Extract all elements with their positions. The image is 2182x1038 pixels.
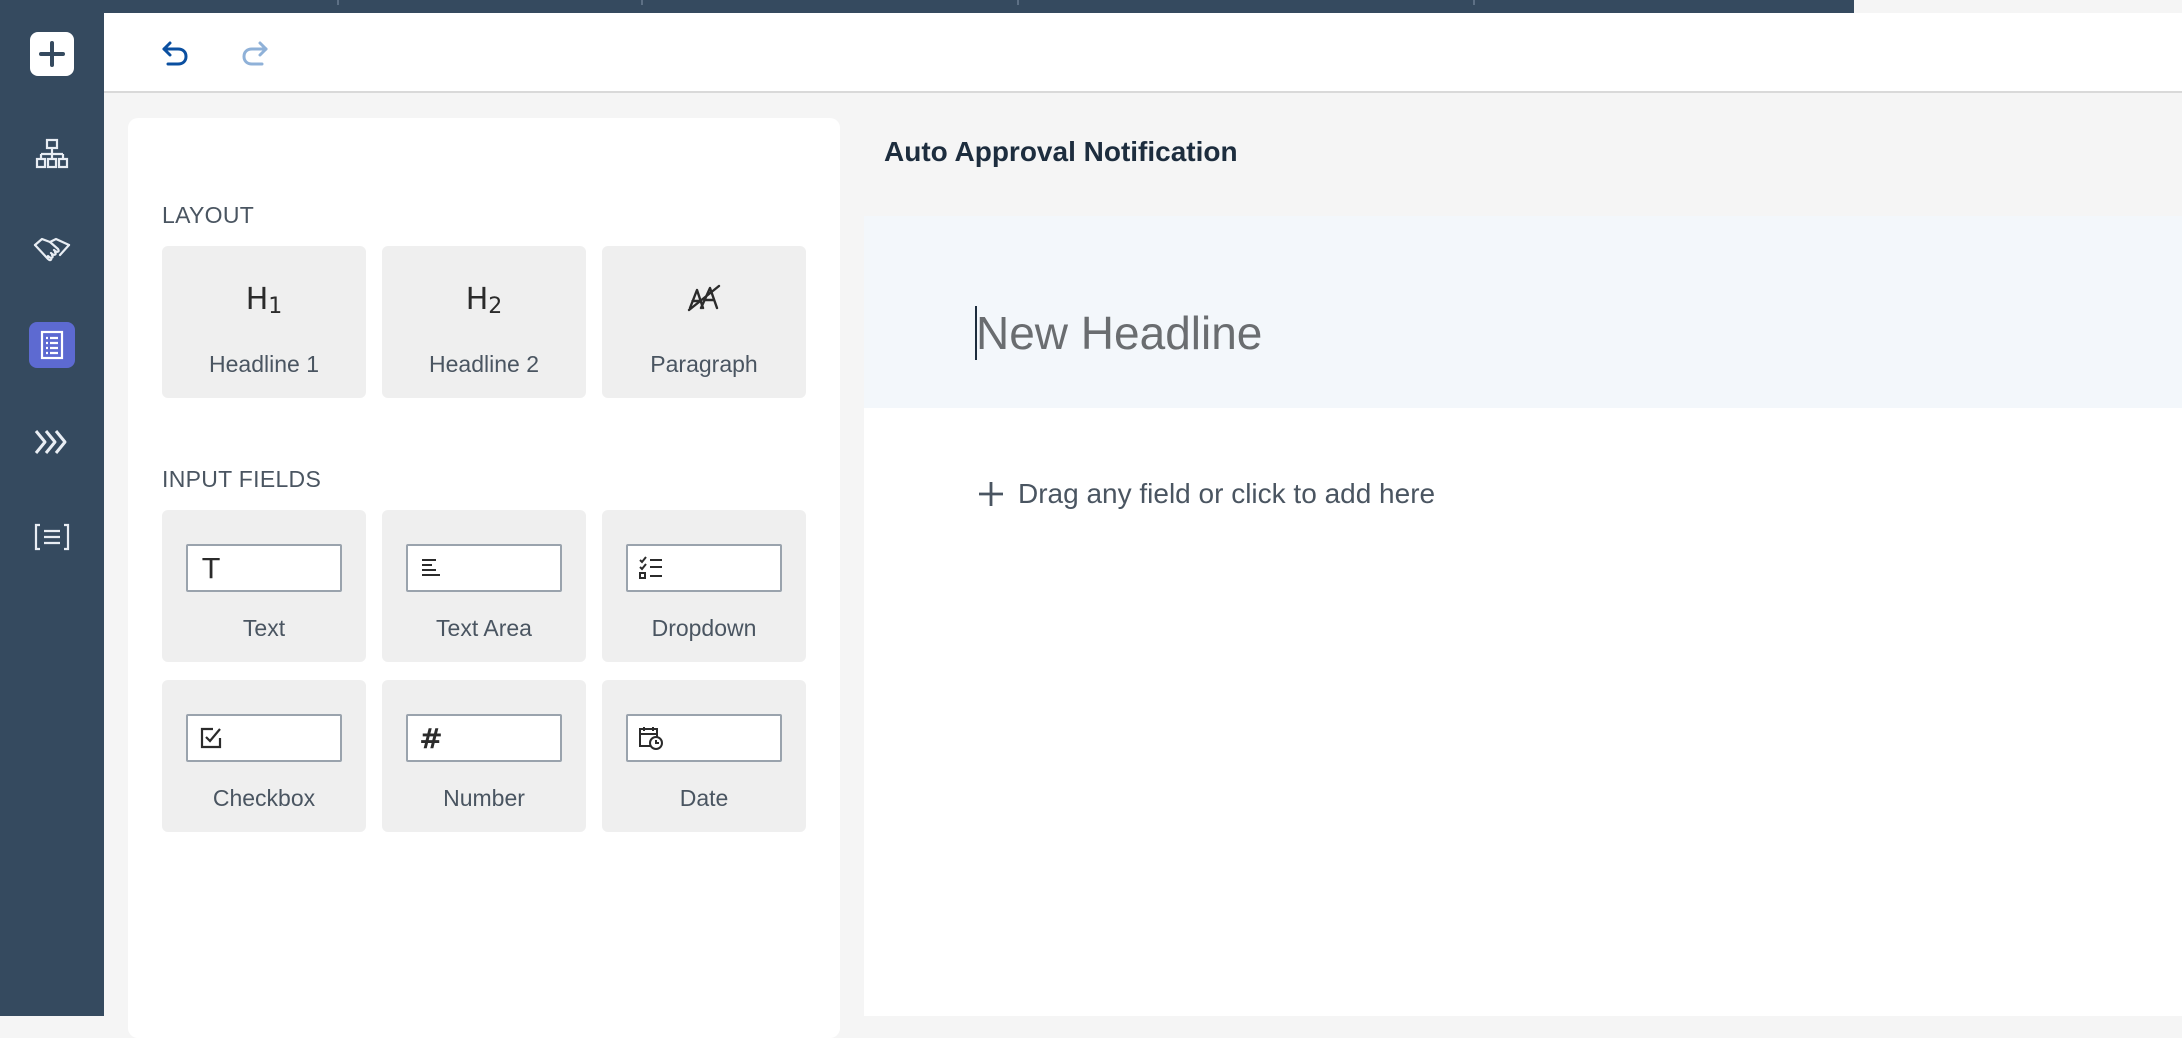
plus-icon bbox=[979, 482, 1003, 506]
nav-forms-button[interactable] bbox=[0, 305, 104, 385]
add-field-text: Drag any field or click to add here bbox=[1018, 478, 1436, 509]
headline-1-tile[interactable]: H1 Headline 1 bbox=[162, 246, 366, 398]
tile-label: Number bbox=[443, 785, 525, 811]
undo-button[interactable] bbox=[150, 31, 200, 77]
number-icon: # bbox=[419, 721, 443, 755]
checkbox-icon bbox=[196, 722, 226, 754]
text-area-icon bbox=[416, 552, 446, 584]
text-icon: T bbox=[202, 551, 220, 585]
text-field-tile[interactable]: T Text bbox=[162, 510, 366, 662]
date-tile[interactable]: Date bbox=[602, 680, 806, 832]
headline-2-icon: H2 bbox=[465, 282, 503, 319]
nav-process-button[interactable] bbox=[0, 114, 104, 194]
text-area-tile[interactable]: Text Area bbox=[382, 510, 586, 662]
input-fields-section-label: INPUT FIELDS bbox=[162, 466, 322, 492]
undo-icon bbox=[162, 41, 188, 66]
tile-label: Dropdown bbox=[651, 615, 757, 641]
document-list-icon bbox=[29, 322, 75, 368]
headline-2-tile[interactable]: H2 Headline 2 bbox=[382, 246, 586, 398]
headline-input[interactable]: New Headline bbox=[976, 306, 1262, 360]
form-canvas: New Headline Drag any field or click to … bbox=[864, 216, 2182, 1016]
bracket-list-icon bbox=[34, 523, 70, 551]
headline-section[interactable]: New Headline bbox=[864, 216, 2182, 408]
side-navigation bbox=[0, 0, 104, 1016]
add-field-dropzone[interactable]: Drag any field or click to add here bbox=[978, 478, 1435, 510]
form-title: Auto Approval Notification bbox=[884, 136, 1238, 167]
nav-automation-button[interactable] bbox=[0, 402, 104, 482]
date-icon bbox=[636, 722, 666, 754]
field-preview bbox=[186, 714, 342, 762]
dropdown-tile[interactable]: Dropdown bbox=[602, 510, 806, 662]
redo-icon bbox=[242, 41, 268, 66]
editor-toolbar bbox=[104, 13, 2182, 93]
hierarchy-icon bbox=[35, 138, 69, 169]
tile-label: Headline 1 bbox=[209, 351, 319, 377]
tile-label: Headline 2 bbox=[429, 351, 539, 377]
tile-label: Date bbox=[679, 785, 729, 811]
headline-1-icon: H1 bbox=[245, 282, 283, 319]
nav-approval-button[interactable] bbox=[0, 210, 104, 290]
tile-label: Text Area bbox=[436, 615, 532, 641]
tile-label: Checkbox bbox=[212, 785, 316, 811]
redo-button[interactable] bbox=[230, 31, 280, 77]
field-preview: T bbox=[186, 544, 342, 592]
tile-label: Paragraph bbox=[650, 351, 758, 377]
field-preview bbox=[626, 544, 782, 592]
field-palette: LAYOUT H1 Headline 1 H2 Headline 2 Parag… bbox=[128, 118, 840, 1038]
chevrons-right-icon bbox=[34, 430, 67, 454]
top-header-strip bbox=[104, 0, 1854, 13]
paragraph-tile[interactable]: Paragraph bbox=[602, 246, 806, 398]
nav-decision-button[interactable] bbox=[0, 497, 104, 577]
paragraph-icon bbox=[602, 284, 806, 322]
plus-icon bbox=[30, 32, 74, 76]
add-button[interactable] bbox=[0, 14, 104, 94]
layout-section-label: LAYOUT bbox=[162, 202, 255, 228]
field-preview bbox=[406, 544, 562, 592]
checkbox-tile[interactable]: Checkbox bbox=[162, 680, 366, 832]
handshake-icon bbox=[33, 237, 71, 262]
number-tile[interactable]: # Number bbox=[382, 680, 586, 832]
dropdown-icon bbox=[636, 552, 666, 584]
tile-label: Text bbox=[242, 615, 286, 641]
field-preview bbox=[626, 714, 782, 762]
field-preview: # bbox=[406, 714, 562, 762]
